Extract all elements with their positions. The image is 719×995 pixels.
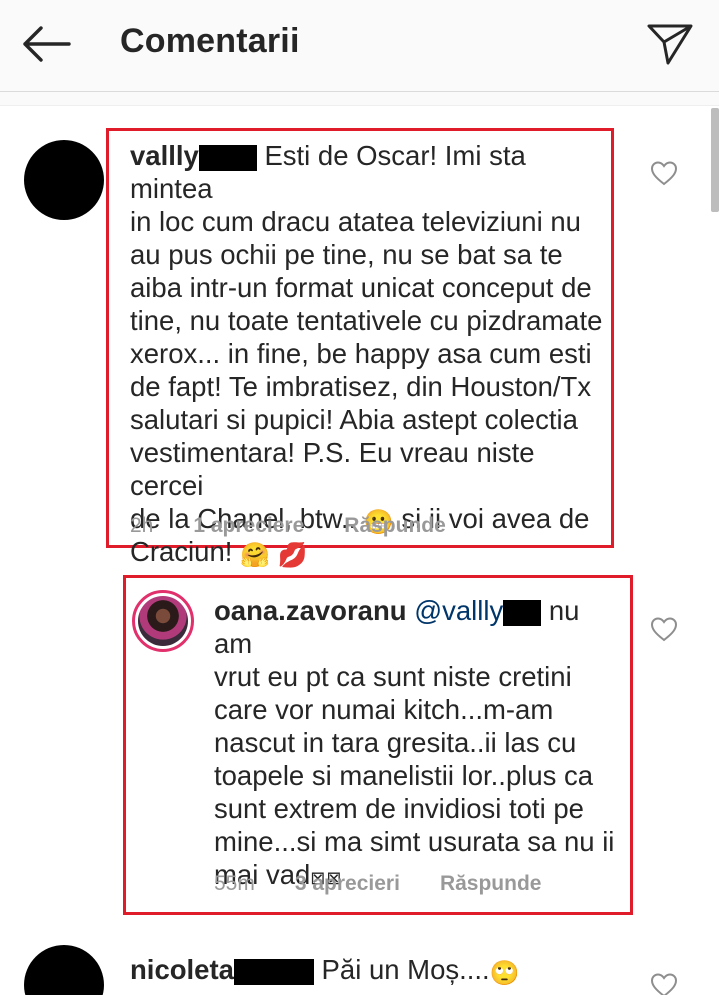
reply-button[interactable]: Răspunde: [344, 514, 446, 538]
comment-line: Craciun!: [130, 536, 241, 567]
comment-line: xerox... in fine, be happy asa cum esti: [130, 338, 592, 369]
comment-line: in loc cum dracu atatea televiziuni nu: [130, 206, 581, 237]
avatar[interactable]: [24, 140, 104, 220]
comment-username[interactable]: vallly: [130, 140, 199, 171]
heart-icon[interactable]: [650, 616, 678, 642]
comment-time: 55m: [214, 872, 255, 895]
likes-count[interactable]: 3 aprecieri: [295, 872, 400, 896]
comment-line: sunt extrem de invidiosi toti pe: [214, 793, 584, 824]
heart-icon[interactable]: [650, 972, 678, 995]
redaction-block: [198, 144, 257, 171]
header-divider: [0, 92, 719, 106]
comment-line: vrut eu pt ca sunt niste cretini: [214, 661, 572, 692]
mention-link[interactable]: @vallly: [414, 595, 503, 626]
kiss-emoji-icon: 💋: [277, 542, 308, 569]
comment-line: tine, nu toate tentativele cu pizdramate: [130, 305, 603, 336]
comment-line: de fapt! Te imbratisez, din Houston/Tx: [130, 371, 592, 402]
comment-line: Păi un Moș....: [313, 954, 490, 985]
comment-line: care vor numai kitch...m-am: [214, 694, 554, 725]
comment-body: nicoleta Păi un Moș....🙄: [130, 953, 610, 986]
comment-meta: 2h 1 apreciere Răspunde: [130, 514, 446, 538]
likes-count[interactable]: 1 apreciere: [193, 514, 304, 538]
comment-username[interactable]: nicoleta: [130, 954, 234, 985]
top-bar: Comentarii: [0, 0, 719, 92]
comment-line: vestimentara! P.S. Eu vreau niste cercei: [130, 437, 535, 501]
reply-button[interactable]: Răspunde: [440, 872, 542, 896]
eye-roll-emoji-icon: 🙄: [489, 960, 520, 987]
comment-line: aiba intr-un format unicat conceput de: [130, 272, 592, 303]
redaction-block: [233, 958, 314, 985]
avatar[interactable]: [24, 945, 104, 995]
back-arrow-icon: [23, 26, 71, 62]
comment-body: oana.zavoranu @vallly nu am vrut eu pt c…: [214, 594, 624, 895]
hug-emoji-icon: 🤗: [240, 542, 270, 569]
back-button[interactable]: [18, 20, 74, 68]
comment-line: toapele si manelistii lor..plus ca: [214, 760, 594, 791]
page-title: Comentarii: [120, 22, 300, 60]
send-button[interactable]: [640, 18, 700, 70]
comment-body: vallly Esti de Oscar! Imi sta mintea in …: [130, 139, 610, 568]
scrollbar[interactable]: [711, 108, 719, 212]
comment-meta: 55m 3 aprecieri Răspunde: [214, 872, 541, 896]
comment-line: salutari si pupici! Abia astept colectia: [130, 404, 578, 435]
heart-icon[interactable]: [650, 160, 678, 186]
comment-line: au pus ochii pe tine, nu se bat sa te: [130, 239, 563, 270]
send-icon: [647, 24, 693, 65]
comment-line: nascut in tara gresita..ii las cu: [214, 727, 577, 758]
comment-username[interactable]: oana.zavoranu: [214, 595, 407, 626]
comment-line: mine...si ma simt usurata sa nu ii: [214, 826, 615, 857]
redaction-block: [503, 599, 542, 626]
comment-time: 2h: [130, 514, 154, 537]
